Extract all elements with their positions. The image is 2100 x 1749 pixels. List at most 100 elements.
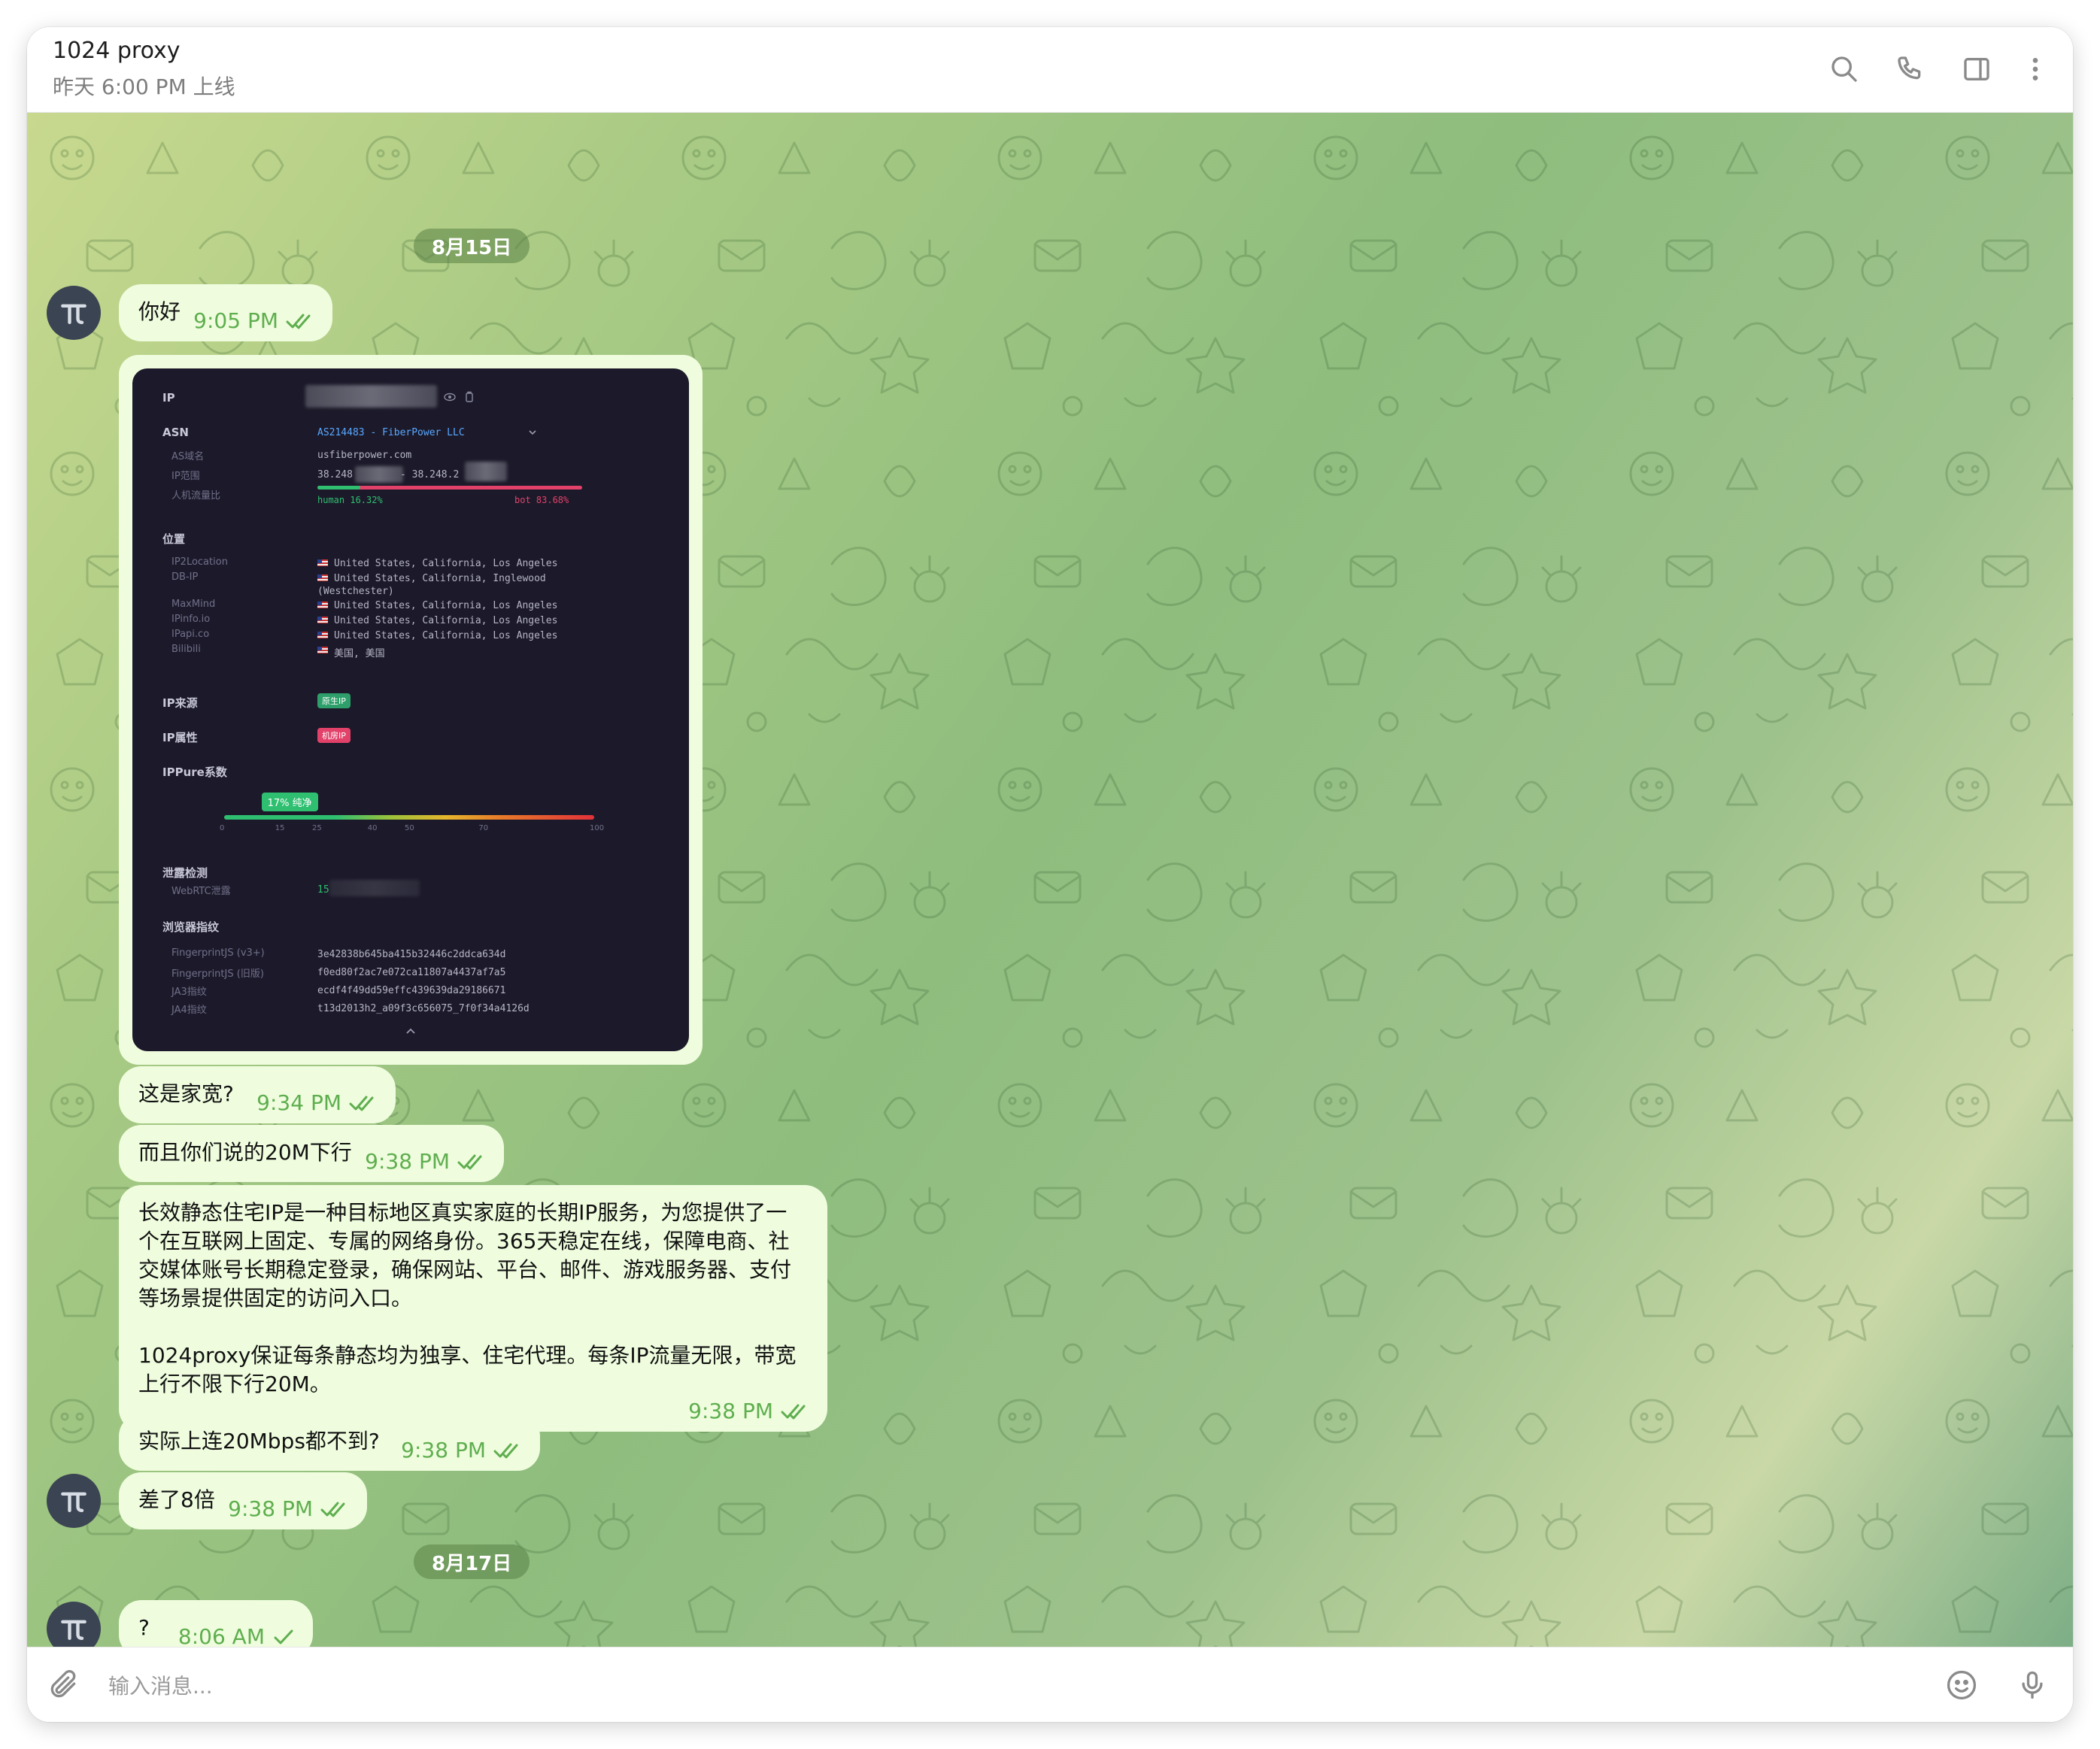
single-check-icon [274,1629,293,1644]
avatar[interactable] [47,1474,101,1528]
message-bubble[interactable]: 你好 9:05 PM [119,284,332,341]
message-text: 而且你们说的20M下行 [138,1140,352,1165]
message-bubble[interactable]: 差了8倍 9:38 PM [119,1472,367,1529]
message-text: 差了8倍 [138,1487,215,1512]
double-check-icon [457,1154,482,1170]
chat-area[interactable]: 8月15日 你好 9:05 PM IP ASN AS214483 - Fiber… [27,113,2073,1647]
location-value: United States, California, Los Angeles [334,615,558,626]
phone-icon[interactable] [1891,50,1930,89]
bot-ratio: bot 83.68% [514,495,569,505]
chevron-up-icon[interactable] [405,1027,417,1035]
message-meta: 9:38 PM [228,1495,349,1523]
message-time: 9:38 PM [401,1438,486,1463]
us-flag-icon [317,574,328,581]
location-source: Bilibili [171,644,201,655]
traffic-ratio-label: 人机流量比 [171,490,221,502]
location-source: DB-IP [171,571,199,583]
us-flag-icon [317,617,328,623]
fingerprint-value[interactable]: 3e42838b645ba415b32446c2ddca634d [317,949,505,960]
fingerprint-name: JA4指纹 [171,1005,207,1016]
redacted-ip [305,385,437,408]
message-meta: 9:38 PM [688,1397,809,1426]
message-text: 实际上连20Mbps都不到? [138,1429,380,1453]
us-flag-icon [317,602,328,608]
us-flag-icon [317,647,328,653]
message-text: 长效静态住宅IP是一种目标地区真实家庭的长期IP服务，为您提供了一个在互联网上固… [138,1200,797,1396]
asn-value[interactable]: AS214483 - FiberPower LLC [317,427,465,438]
avatar[interactable] [47,286,101,340]
ip-label: IP [162,391,175,405]
message-text: 这是家宽? [138,1081,234,1106]
copy-icon[interactable] [465,391,474,403]
message-text: ? [138,1615,150,1640]
message-input[interactable]: 输入消息... [108,1670,213,1700]
eye-icon[interactable] [444,393,456,402]
chat-title[interactable]: 1024 proxy [53,38,181,64]
chat-header: 1024 proxy 昨天 6:00 PM 上线 [27,27,2073,113]
ip-source-label: IP来源 [162,696,198,710]
us-flag-icon [317,632,328,638]
chevron-down-icon[interactable] [528,429,537,436]
location-value: United States, California, Los Angeles [334,600,558,611]
emoji-icon[interactable] [1942,1666,1981,1705]
ippure-label: IPPure系数 [162,765,227,779]
ip-range-end: - 38.248.2 [400,469,460,480]
message-meta: 9:34 PM [256,1089,378,1117]
fingerprint-value[interactable]: f0ed80f2ac7e072ca11807a4437af7a5 [317,967,505,978]
as-domain-label: AS域名 [171,451,205,462]
message-composer: 输入消息... [27,1647,2073,1722]
ippure-tick-label: 0 [220,824,225,832]
message-time: 8:06 AM [178,1624,265,1647]
ip-range-start: 38.248 [317,469,353,480]
ippure-tick-label: 50 [405,824,414,832]
ippure-tick-label: 15 [275,824,285,832]
location-label: 位置 [162,532,186,546]
location-value: United States, California, Inglewood [334,573,546,584]
ip-report-screenshot[interactable]: IP ASN AS214483 - FiberPower LLC AS域名 us… [132,368,689,1051]
ip-attr-label: IP属性 [162,731,198,744]
date-separator: 8月17日 [414,1544,530,1579]
date-separator: 8月15日 [414,229,530,263]
redacted-webrtc [329,880,420,896]
message-meta: 9:38 PM [365,1147,486,1176]
ippure-tick-label: 100 [590,824,605,832]
message-meta: 9:05 PM [193,307,314,335]
message-time: 9:34 PM [256,1090,341,1115]
fingerprint-value[interactable]: ecdf4f49dd59effc439639da29186671 [317,985,505,996]
chat-status: 昨天 6:00 PM 上线 [53,74,235,99]
double-check-icon [493,1443,518,1459]
human-ratio: human 16.32% [317,495,383,505]
location-value: 美国, 美国 [334,648,385,659]
message-time: 9:38 PM [688,1399,773,1423]
location-value: United States, California, Los Angeles [334,558,558,569]
message-bubble[interactable]: 而且你们说的20M下行 9:38 PM [119,1125,504,1182]
ippure-scale-bar [224,815,594,820]
double-check-icon [320,1502,345,1517]
fingerprint-label: 浏览器指纹 [162,920,220,934]
double-check-icon [349,1096,374,1111]
ippure-tick-label: 40 [367,824,378,832]
more-icon[interactable] [2016,50,2055,89]
fingerprint-value[interactable]: t13d2013h2_a09f3c656075_7f0f34a4126d [317,1003,530,1014]
attach-icon[interactable] [44,1666,83,1705]
message-bubble[interactable]: 实际上连20Mbps都不到? 9:38 PM [119,1414,540,1471]
sidebar-icon[interactable] [1957,50,1996,89]
ip-attr-tag: 机房IP [317,728,351,743]
message-bubble[interactable]: ? 8:06 AM [119,1600,313,1647]
traffic-ratio-bar [317,486,582,490]
photo-message[interactable]: IP ASN AS214483 - FiberPower LLC AS域名 us… [119,355,703,1065]
location-value: (Westchester) [317,586,394,597]
fingerprint-name: JA3指纹 [171,987,207,998]
ippure-tick-label: 25 [312,824,322,832]
message-bubble[interactable]: 长效静态住宅IP是一种目标地区真实家庭的长期IP服务，为您提供了一个在互联网上固… [119,1185,827,1432]
pi-icon [61,1620,86,1641]
message-bubble[interactable]: 这是家宽? 9:34 PM [119,1066,396,1123]
webrtc-label: WebRTC泄露 [171,886,231,897]
fingerprint-name: FingerprintJS (v3+) [171,947,265,959]
microphone-icon[interactable] [2013,1666,2052,1705]
location-value: United States, California, Los Angeles [334,630,558,641]
leak-label: 泄露检测 [162,866,208,880]
search-icon[interactable] [1825,50,1864,89]
us-flag-icon [317,559,328,566]
message-meta: 8:06 AM [178,1623,295,1647]
